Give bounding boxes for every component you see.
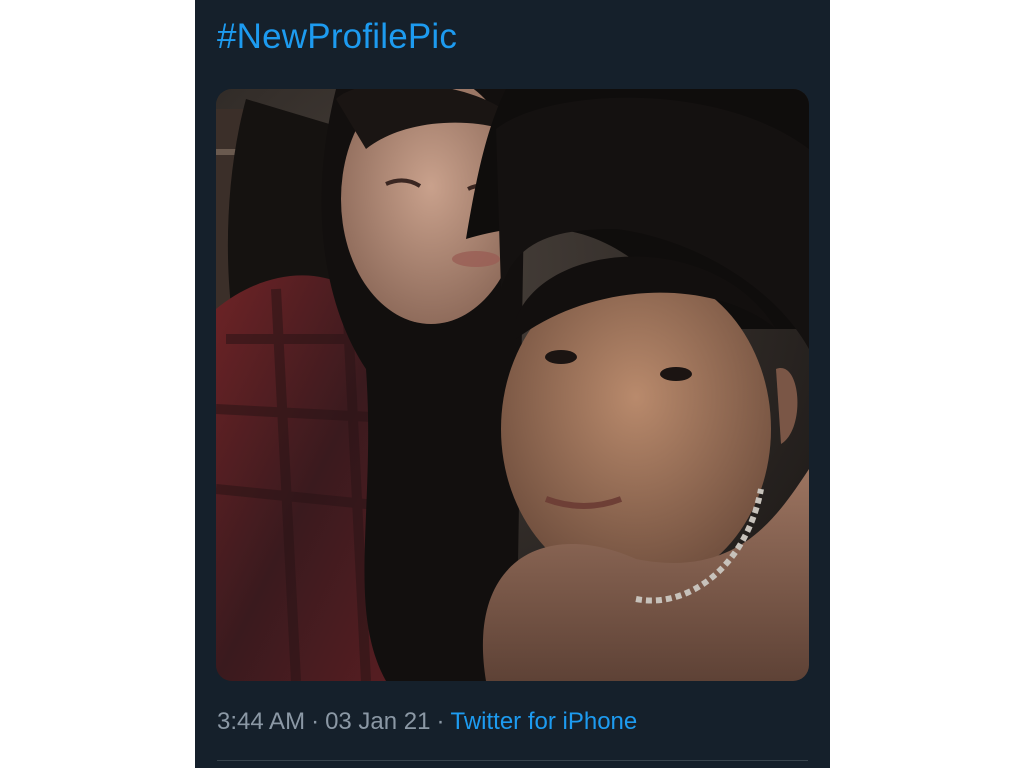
tweet-date: 03 Jan 21: [325, 708, 431, 735]
photo-image: [216, 89, 809, 681]
tweet-meta: 3:44 AM · 03 Jan 21 · Twitter for iPhone: [217, 704, 637, 740]
meta-separator: ·: [311, 708, 320, 735]
tweet-source-link[interactable]: Twitter for iPhone: [450, 708, 637, 735]
tweet-detail: #NewProfilePic 3:44 AM · 03 Jan 21 · Twi…: [195, 0, 830, 768]
hashtag-link[interactable]: #NewProfilePic: [217, 14, 457, 60]
tweet-photo[interactable]: [216, 89, 809, 681]
divider: [217, 760, 808, 761]
tweet-time: 3:44 AM: [217, 708, 306, 735]
page: #NewProfilePic 3:44 AM · 03 Jan 21 · Twi…: [0, 0, 1024, 768]
meta-separator: ·: [436, 708, 445, 735]
